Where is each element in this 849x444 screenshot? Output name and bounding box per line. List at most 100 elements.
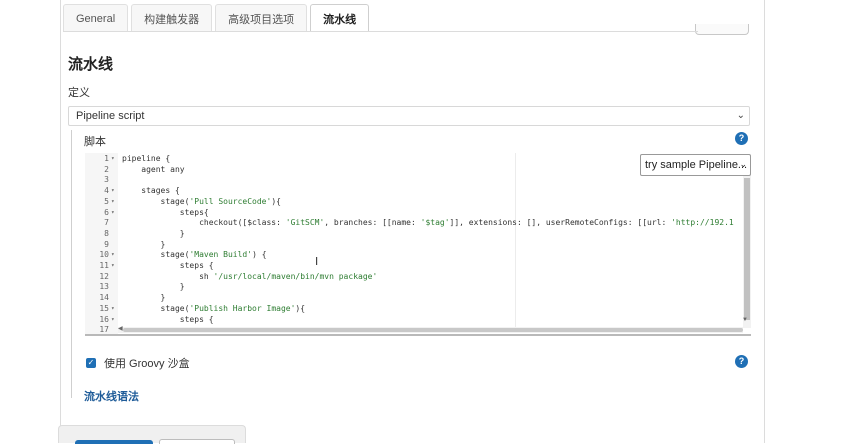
question-circle-icon[interactable]: ? <box>735 355 748 368</box>
top-right-button-edge[interactable] <box>695 24 749 35</box>
line-number: 5 <box>104 196 109 206</box>
script-editor[interactable]: 1 ▾ pipeline {2 agent any 3 4 ▾ stages {5 ▾ st… <box>85 153 751 336</box>
pipeline-syntax-link[interactable]: 流水线语法 <box>84 388 139 404</box>
groovy-sandbox-checkbox[interactable]: ✓ <box>86 358 96 368</box>
code-line[interactable]: 6 ▾ steps{ <box>85 208 745 219</box>
code-line[interactable]: 9 } <box>85 240 745 251</box>
code-text: stage('Publish Harbor Image'){ <box>122 303 306 315</box>
string-literal: 'Pull SourceCode' <box>189 196 272 206</box>
definition-select-value: Pipeline script <box>76 110 145 122</box>
code-token: } <box>122 239 166 249</box>
code-text: stage('Maven Build') { <box>122 250 267 261</box>
fold-toggle-icon[interactable]: ▾ <box>111 304 115 315</box>
groovy-sandbox-label: 使用 Groovy 沙盒 <box>104 358 190 370</box>
code-line[interactable]: 15 ▾ stage('Publish Harbor Image'){ <box>85 304 745 315</box>
line-number: 2 <box>104 164 109 174</box>
code-text: steps { <box>122 315 214 326</box>
code-line[interactable]: 12 sh '/usr/local/maven/bin/mvn package' <box>85 272 745 283</box>
string-literal: '/usr/local/maven/bin/mvn package' <box>213 271 378 281</box>
code-line[interactable]: 14 } <box>85 293 745 304</box>
code-token: pipeline { <box>122 154 171 163</box>
apply-button[interactable] <box>159 439 235 444</box>
code-token: } <box>122 282 185 292</box>
line-number: 6 <box>104 207 109 217</box>
code-line[interactable]: 11 ▾ steps { <box>85 261 745 272</box>
code-text: } <box>122 293 166 304</box>
question-circle-icon[interactable]: ? <box>735 132 748 145</box>
code-text: steps{ <box>122 208 209 219</box>
editor-vertical-scroll-thumb[interactable] <box>744 178 750 320</box>
code-token: ]], extensions: [], userRemoteConfigs: [… <box>449 218 672 228</box>
code-token: stage( <box>122 303 190 313</box>
code-line[interactable]: 7 checkout([$class: 'GitSCM', branches: … <box>85 218 745 229</box>
sample-pipeline-select-value: try sample Pipeline... <box>645 159 748 171</box>
fold-toggle-icon[interactable]: ▾ <box>111 315 115 326</box>
tabs-divider <box>63 31 698 32</box>
chevron-down-icon: ⌄ <box>736 110 745 121</box>
code-token: stage( <box>122 196 190 206</box>
code-token: checkout([$class: <box>122 218 286 228</box>
line-number: 10 <box>99 250 109 260</box>
tab-build-triggers[interactable]: 构建触发器 <box>131 4 213 32</box>
section-title: 流水线 <box>68 56 114 73</box>
code-text: sh '/usr/local/maven/bin/mvn package' <box>122 272 377 283</box>
definition-select[interactable]: Pipeline script ⌄ <box>68 106 750 126</box>
fold-toggle-icon[interactable]: ▾ <box>111 186 115 197</box>
code-line[interactable]: 13 } <box>85 282 745 293</box>
code-text: } <box>122 239 166 251</box>
code-text: pipeline { <box>122 154 170 165</box>
code-token: } <box>122 293 166 303</box>
fold-toggle-icon[interactable]: ▾ <box>111 197 115 208</box>
code-token: ){ <box>271 196 281 206</box>
code-token: stages { <box>122 186 180 196</box>
fold-toggle-icon[interactable]: ▾ <box>111 250 115 261</box>
string-literal: 'GitSCM' <box>285 218 325 228</box>
line-number: 4 <box>104 186 109 196</box>
code-token: , branches: [[name: <box>324 218 421 228</box>
section-indent-rule <box>71 130 72 398</box>
string-literal: 'Publish Harbor Image' <box>189 303 296 313</box>
line-number: 1 <box>104 154 109 163</box>
scroll-down-arrow-icon[interactable]: ▼ <box>742 317 748 323</box>
code-text: } <box>122 229 185 240</box>
editor-horizontal-scroll-thumb[interactable] <box>123 328 743 332</box>
code-line[interactable]: 5 ▾ stage('Pull SourceCode'){ <box>85 197 745 208</box>
code-token: sh <box>122 271 214 281</box>
code-text: agent any <box>122 165 184 176</box>
fold-toggle-icon[interactable]: ▾ <box>111 208 115 219</box>
tab-pipeline[interactable]: 流水线 <box>310 4 370 32</box>
code-token: ) { <box>252 250 267 260</box>
string-literal: 'http://192.1 <box>671 218 734 228</box>
code-token: } <box>122 228 185 238</box>
code-line[interactable]: 16 ▾ steps { <box>85 315 745 326</box>
code-line[interactable]: 3 <box>85 175 745 186</box>
scroll-left-arrow-icon[interactable]: ◀ <box>118 325 123 332</box>
groovy-sandbox-row: ✓ 使用 Groovy 沙盒 <box>86 355 190 371</box>
code-text: checkout([$class: 'GitSCM', branches: [[… <box>122 218 734 229</box>
script-label: 脚本 <box>84 136 106 148</box>
line-number: 9 <box>104 239 109 249</box>
tab-advanced-options[interactable]: 高级项目选项 <box>215 4 308 32</box>
tab-general[interactable]: General <box>63 4 129 32</box>
code-token: ){ <box>295 303 306 313</box>
fold-toggle-icon[interactable]: ▾ <box>111 261 115 272</box>
code-token: steps { <box>122 261 214 270</box>
fold-toggle-icon[interactable]: ▾ <box>111 154 115 165</box>
code-token: steps { <box>122 314 214 324</box>
save-button[interactable] <box>75 440 153 444</box>
line-number: 14 <box>99 293 109 303</box>
text-cursor-icon: I <box>315 255 319 268</box>
sample-pipeline-select[interactable]: try sample Pipeline... ⌄ <box>640 154 751 176</box>
string-literal: 'Maven Build' <box>189 250 253 260</box>
code-line[interactable]: 4 ▾ stages { <box>85 186 745 197</box>
line-number: 12 <box>99 271 109 281</box>
code-token: stage( <box>122 250 190 260</box>
code-text: steps { <box>122 261 214 272</box>
string-literal: '$tag' <box>420 218 450 228</box>
line-number: 8 <box>104 228 109 238</box>
code-text: stages { <box>122 186 180 197</box>
code-line[interactable]: 8 } <box>85 229 745 240</box>
code-line[interactable]: 10 ▾ stage('Maven Build') { <box>85 250 745 261</box>
editor-bottom-border <box>85 334 751 336</box>
code-text: } <box>122 282 185 293</box>
